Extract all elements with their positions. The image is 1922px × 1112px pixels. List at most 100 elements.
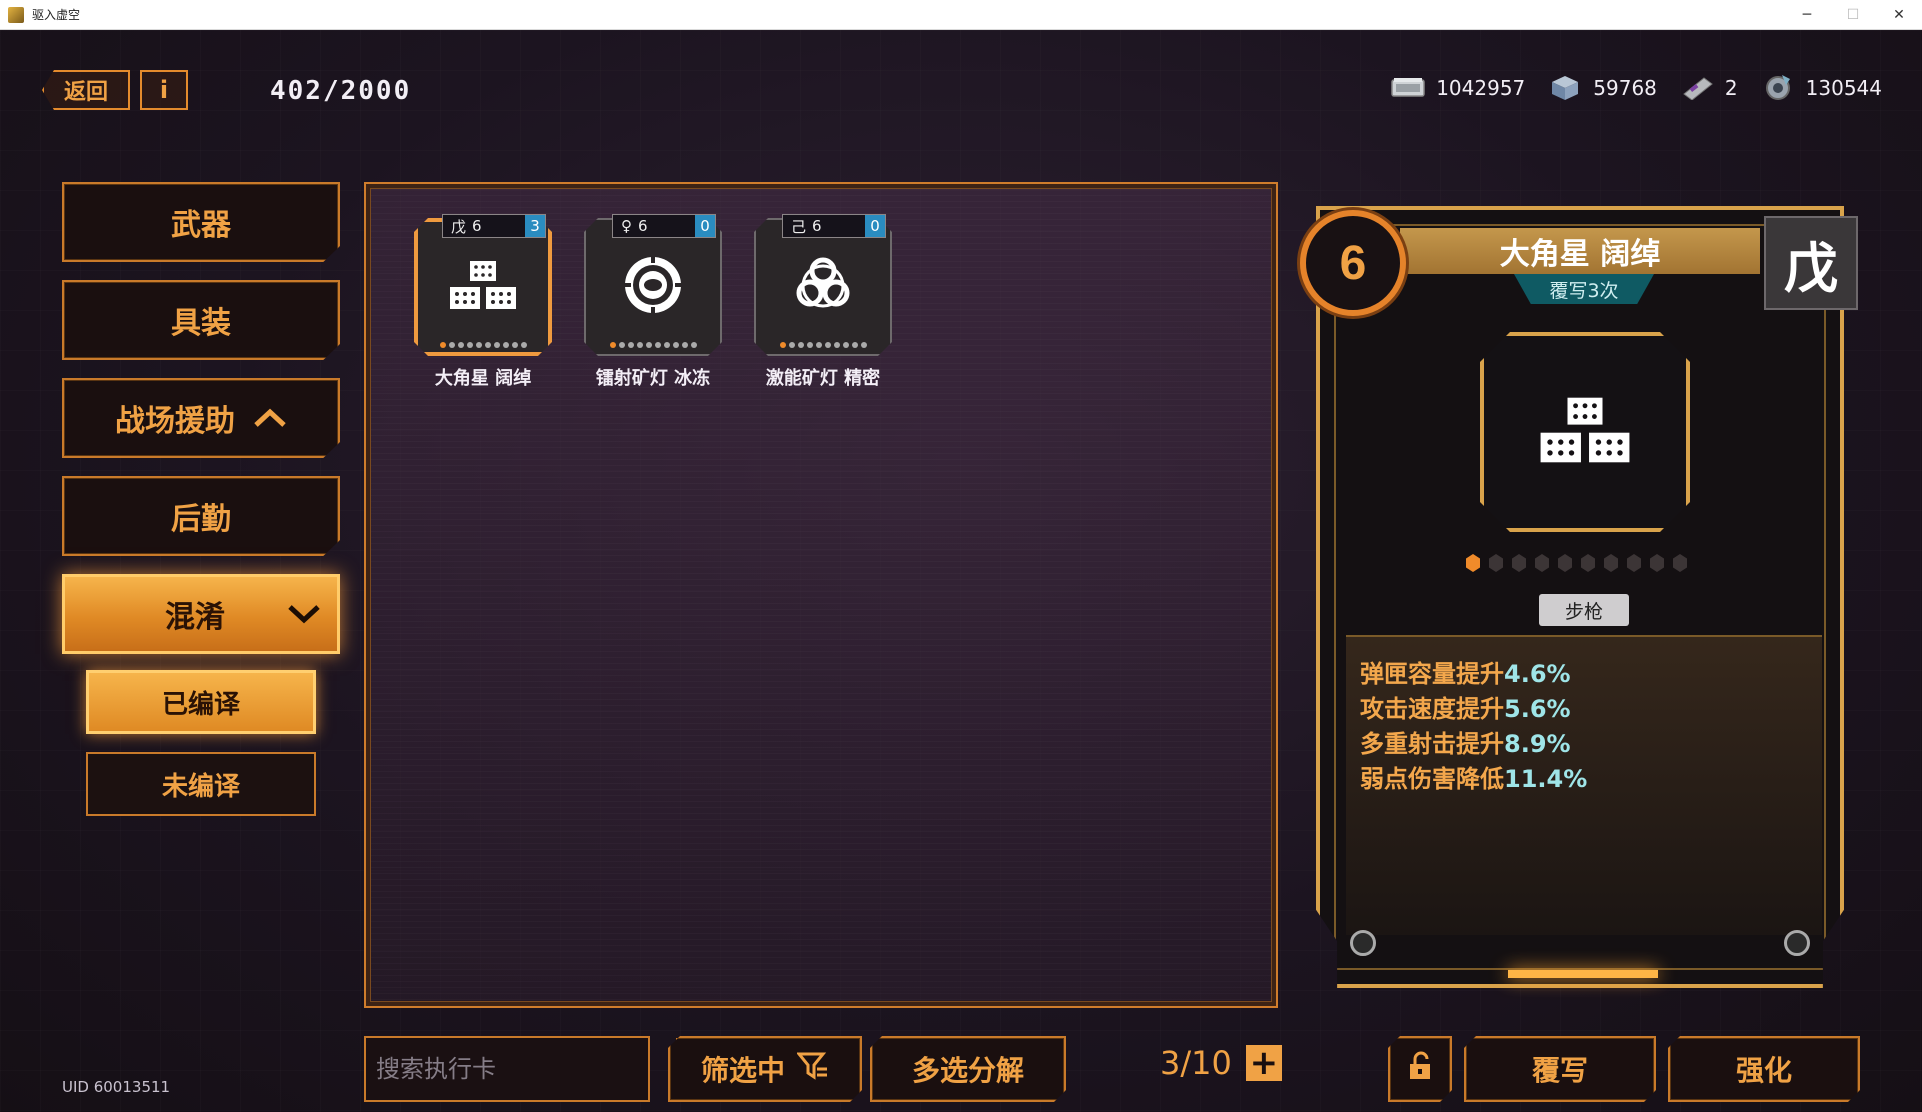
filter-label: 筛选中 [700, 1054, 785, 1087]
detail-title: 大角星 阔绰 [1400, 228, 1760, 274]
card-detail-panel: 大角星 阔绰 覆写3次 步枪 弹匣容量提升4.6% 攻击速度提升5.6% 多重射… [1316, 206, 1844, 988]
card-count-badge: 0 [865, 215, 885, 237]
nav-battlefield-support[interactable]: 战场援助 [62, 378, 340, 458]
ring-icon [621, 253, 685, 321]
card-symbol: ♀ [621, 217, 632, 235]
stat-value: 4.6% [1504, 660, 1571, 688]
page-count-value: 3/10 [1160, 1044, 1232, 1082]
nav-obfuscation[interactable]: 混淆 [62, 574, 340, 654]
stat-label: 攻击速度提升 [1360, 695, 1504, 723]
multi-dismantle-button[interactable]: 多选分解 [870, 1036, 1066, 1102]
stat-line: 攻击速度提升5.6% [1360, 692, 1808, 727]
nav-logistics[interactable]: 后勤 [62, 476, 340, 556]
nav-battlefield-support-label: 战场援助 [115, 404, 235, 439]
card-level-dots [600, 340, 706, 350]
detail-stats: 弹匣容量提升4.6% 攻击速度提升5.6% 多重射击提升8.9% 弱点伤害降低1… [1346, 635, 1822, 935]
close-button[interactable]: ✕ [1876, 0, 1922, 30]
card-tile [414, 218, 552, 356]
blocks-icon [1537, 395, 1633, 469]
game-viewport: 返回 i 402/2000 1042957 59768 2 130544 武器 … [0, 30, 1922, 1112]
currency-cash-value: 1042957 [1436, 76, 1526, 100]
info-button[interactable]: i [140, 70, 188, 110]
card-level: 6 [812, 217, 822, 235]
card-list-panel: 戊 6 3 大角星 阔绰 ♀ 6 0 镭射矿灯 冰冻 己 6 0 激能矿灯 精密 [364, 182, 1278, 1008]
card-item[interactable]: 己 6 0 激能矿灯 精密 [750, 214, 896, 389]
nav-obfuscation-label: 混淆 [165, 600, 225, 635]
card-name: 镭射矿灯 冰冻 [595, 368, 711, 389]
blocks-icon [448, 259, 518, 315]
search-box [364, 1036, 712, 1102]
nav-logistics-label: 后勤 [171, 502, 231, 537]
user-id: UID 60013511 [62, 1078, 171, 1096]
overwrite-label: 覆写 [1531, 1054, 1588, 1087]
detail-level-dots [1466, 554, 1687, 572]
gear-crystal-icon [1760, 74, 1796, 102]
stat-line: 弱点伤害降低11.4% [1360, 762, 1808, 797]
card-name: 大角星 阔绰 [434, 368, 532, 389]
weapon-type-tag: 步枪 [1539, 594, 1629, 626]
nav-weapons-label: 武器 [171, 208, 231, 243]
detail-glow-bar [1508, 970, 1658, 978]
detail-overwrite-times: 覆写3次 [1514, 274, 1654, 304]
card-count-badge: 0 [695, 215, 715, 237]
enhance-button[interactable]: 强化 [1668, 1036, 1860, 1102]
cash-icon [1390, 74, 1426, 102]
nav-weapons[interactable]: 武器 [62, 182, 340, 262]
nav-equipment-label: 具装 [171, 306, 231, 341]
currency-bar: 1042957 59768 2 130544 [1390, 74, 1882, 102]
window-titlebar: 驱入虚空 ─ ☐ ✕ [0, 0, 1922, 30]
currency-cube-value: 59768 [1593, 76, 1657, 100]
subnav-uncompiled[interactable]: 未编译 [86, 752, 316, 816]
card-item[interactable]: 戊 6 3 大角星 阔绰 [410, 214, 556, 389]
window-title: 驱入虚空 [32, 8, 81, 22]
stat-line: 多重射击提升8.9% [1360, 727, 1808, 762]
card-header: 戊 6 3 [442, 214, 546, 238]
filter-button[interactable]: 筛选中 [668, 1036, 862, 1102]
stat-label: 多重射击提升 [1360, 730, 1504, 758]
screw-icon [1784, 930, 1810, 956]
stat-value: 11.4% [1504, 765, 1588, 793]
card-name: 激能矿灯 精密 [765, 368, 881, 389]
search-input[interactable] [366, 1038, 676, 1100]
detail-level-badge: 6 [1300, 210, 1406, 316]
currency-gear-value: 130544 [1805, 76, 1882, 100]
app-icon [8, 6, 24, 23]
currency-ticket: 2 [1679, 74, 1738, 102]
currency-cube: 59768 [1547, 74, 1657, 102]
card-symbol: 戊 [451, 217, 467, 236]
card-count-badge: 3 [525, 215, 545, 237]
card-level: 6 [638, 217, 648, 235]
lock-button[interactable] [1388, 1036, 1452, 1102]
currency-ticket-value: 2 [1724, 76, 1738, 100]
ticket-icon [1679, 74, 1715, 102]
cube-icon [1547, 74, 1583, 102]
card-level: 6 [472, 217, 482, 235]
chevron-down-icon [287, 597, 321, 632]
back-button[interactable]: 返回 [42, 70, 130, 110]
enhance-label: 强化 [1735, 1054, 1792, 1087]
card-tile [584, 218, 722, 356]
chevron-up-icon [253, 401, 287, 436]
card-tile [754, 218, 892, 356]
overwrite-button[interactable]: 覆写 [1464, 1036, 1656, 1102]
stat-value: 8.9% [1504, 730, 1571, 758]
nav-equipment[interactable]: 具装 [62, 280, 340, 360]
stat-value: 5.6% [1504, 695, 1571, 723]
maximize-button[interactable]: ☐ [1830, 0, 1876, 30]
window-controls: ─ ☐ ✕ [1784, 0, 1922, 30]
stat-label: 弹匣容量提升 [1360, 660, 1504, 688]
minimize-button[interactable]: ─ [1784, 0, 1830, 30]
stat-label: 弱点伤害降低 [1360, 765, 1504, 793]
biohazard-icon [791, 253, 855, 321]
multi-dismantle-label: 多选分解 [911, 1054, 1024, 1087]
add-slot-button[interactable]: + [1245, 1043, 1282, 1083]
subnav-compiled[interactable]: 已编译 [86, 670, 316, 734]
card-capacity: 402/2000 [270, 76, 412, 106]
card-item[interactable]: ♀ 6 0 镭射矿灯 冰冻 [580, 214, 726, 389]
detail-card-icon [1480, 332, 1690, 532]
stat-line: 弹匣容量提升4.6% [1360, 657, 1808, 692]
page-count: 3/10 + [1160, 1043, 1282, 1083]
currency-cash: 1042957 [1390, 74, 1525, 102]
card-header: ♀ 6 0 [612, 214, 716, 238]
card-symbol: 己 [791, 217, 807, 236]
